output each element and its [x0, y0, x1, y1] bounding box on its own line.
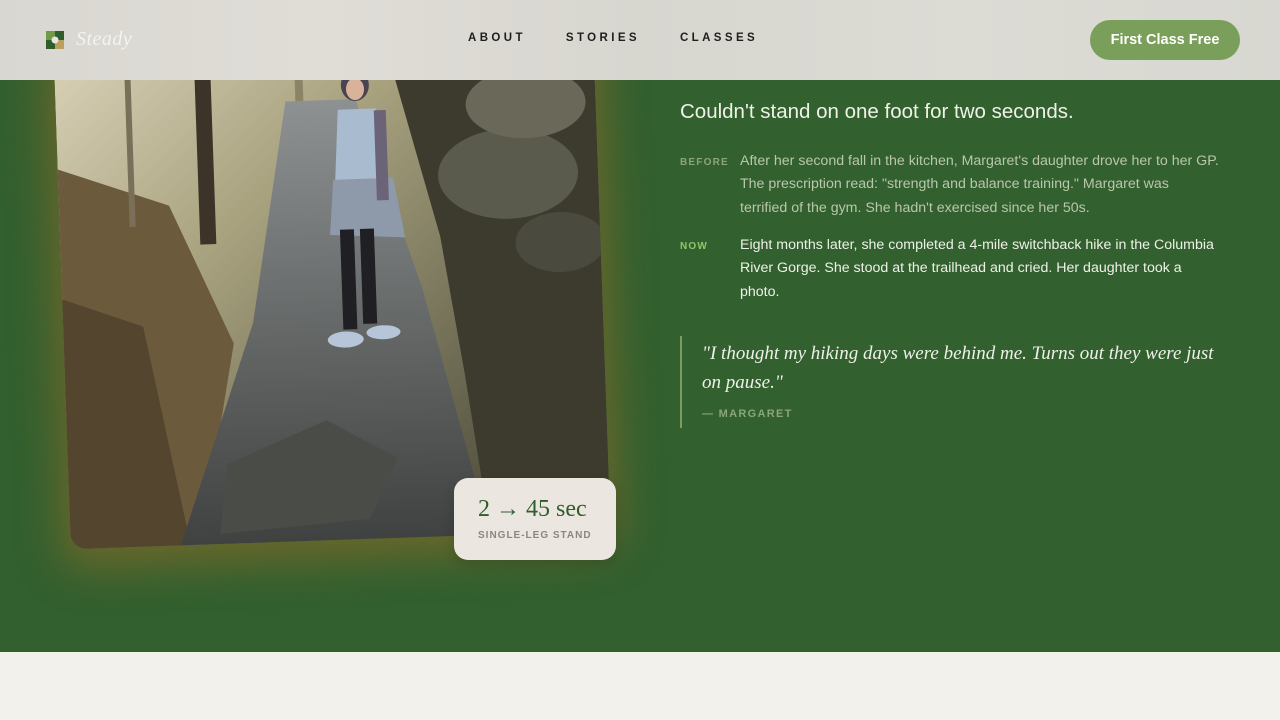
logo[interactable]: Steady	[44, 28, 132, 51]
nav-stories[interactable]: STORIES	[566, 32, 640, 44]
hiker-photo	[53, 30, 611, 550]
main-nav: ABOUT STORIES CLASSES	[468, 32, 798, 44]
logo-text: Steady	[76, 28, 133, 50]
nav-classes[interactable]: CLASSES	[680, 32, 758, 44]
stat-value: 2 → 45 sec	[478, 496, 587, 522]
now-label: NOW	[680, 241, 709, 252]
next-section	[0, 652, 1280, 720]
before-label: BEFORE	[680, 157, 729, 168]
stat-card: 2 → 45 sec SINGLE-LEG STAND	[454, 478, 616, 560]
story-headline: Couldn't stand on one foot for two secon…	[680, 100, 1074, 123]
site-header: Steady ABOUT STORIES CLASSES First Class…	[0, 0, 1280, 80]
nav-about[interactable]: ABOUT	[468, 32, 526, 44]
steady-leaf-icon	[46, 30, 64, 49]
quote-accent-bar	[680, 336, 682, 428]
first-class-free-button[interactable]: First Class Free	[1090, 20, 1240, 60]
before-text: After her second fall in the kitchen, Ma…	[740, 153, 1219, 216]
now-text: Eight months later, she completed a 4-mi…	[740, 237, 1214, 300]
quote-author: — MARGARET	[702, 408, 793, 420]
stat-label: SINGLE-LEG STAND	[478, 530, 592, 541]
testimonial-quote: "I thought my hiking days were behind me…	[702, 343, 1214, 393]
